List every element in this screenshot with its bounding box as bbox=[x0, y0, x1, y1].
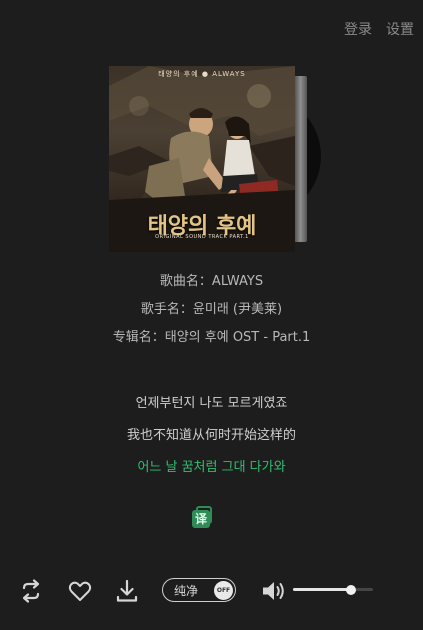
loop-icon bbox=[22, 579, 40, 603]
cd-case-edge bbox=[294, 76, 307, 242]
translate-button[interactable]: 译 bbox=[192, 506, 214, 530]
album-label: 专辑名： bbox=[112, 330, 165, 345]
album-artwork: 태양의 후예 ● ALWAYS 태양의 후예 ORIGINAL SOUND TR… bbox=[109, 66, 321, 252]
artist-row: 歌手名：윤미래 (尹美莱) bbox=[0, 296, 423, 324]
song-title-row: 歌曲名：ALWAYS bbox=[0, 268, 423, 296]
cover-subtitle-art: ORIGINAL SOUND TRACK PART.1 bbox=[155, 234, 249, 240]
lyric-line: 언제부턴지 나도 모르게였죠 bbox=[135, 396, 288, 411]
volume-button[interactable] bbox=[259, 577, 287, 605]
volume-icon bbox=[263, 582, 284, 600]
volume-fill bbox=[293, 588, 352, 591]
lyric-line: 我也不知道从何时开始这样的 bbox=[126, 428, 296, 443]
song-title: ALWAYS bbox=[211, 274, 264, 289]
heart-icon bbox=[68, 581, 92, 601]
volume-slider-handle[interactable] bbox=[346, 584, 357, 595]
album-row: 专辑名：태양의 후예 OST - Part.1 bbox=[0, 324, 423, 352]
music-player: 登录 设置 태양의 후예 ● ALWAYS 태양의 후예 ORIGINAL SO… bbox=[0, 0, 423, 630]
download-button[interactable] bbox=[113, 577, 141, 605]
album-name: 태양의 후예 OST - Part.1 bbox=[164, 330, 311, 345]
song-title-label: 歌曲名： bbox=[159, 274, 212, 289]
album-cover: 태양의 후예 ● ALWAYS 태양의 후예 ORIGINAL SOUND TR… bbox=[109, 66, 295, 252]
pure-mode-knob: OFF bbox=[214, 580, 233, 600]
pure-mode-label: 纯净 bbox=[174, 584, 199, 598]
settings-link[interactable]: 设置 bbox=[386, 19, 414, 39]
artist-name: 윤미래 (尹美莱) bbox=[192, 302, 283, 317]
translate-icon: 译 bbox=[192, 510, 210, 528]
artist-label: 歌手名： bbox=[140, 302, 193, 317]
lyric-line-active: 어느 날 꿈처럼 그대 다가와 bbox=[137, 460, 286, 475]
lyrics-panel: 언제부턴지 나도 모르게였죠 我也不知道从何时开始这样的 어느 날 꿈처럼 그대… bbox=[0, 394, 423, 490]
loop-button[interactable] bbox=[17, 577, 45, 605]
pure-mode-toggle[interactable]: 纯净 OFF bbox=[162, 578, 236, 602]
like-button[interactable] bbox=[66, 577, 94, 605]
volume-slider[interactable] bbox=[293, 584, 373, 595]
player-controls: 纯净 OFF bbox=[0, 574, 423, 608]
cover-top-text: 태양의 후예 ● ALWAYS bbox=[158, 70, 246, 78]
top-links: 登录 设置 bbox=[344, 19, 414, 39]
login-link[interactable]: 登录 bbox=[344, 19, 372, 39]
download-icon bbox=[116, 579, 138, 602]
song-info: 歌曲名：ALWAYS 歌手名：윤미래 (尹美莱) 专辑名：태양의 후예 OST … bbox=[0, 268, 423, 352]
